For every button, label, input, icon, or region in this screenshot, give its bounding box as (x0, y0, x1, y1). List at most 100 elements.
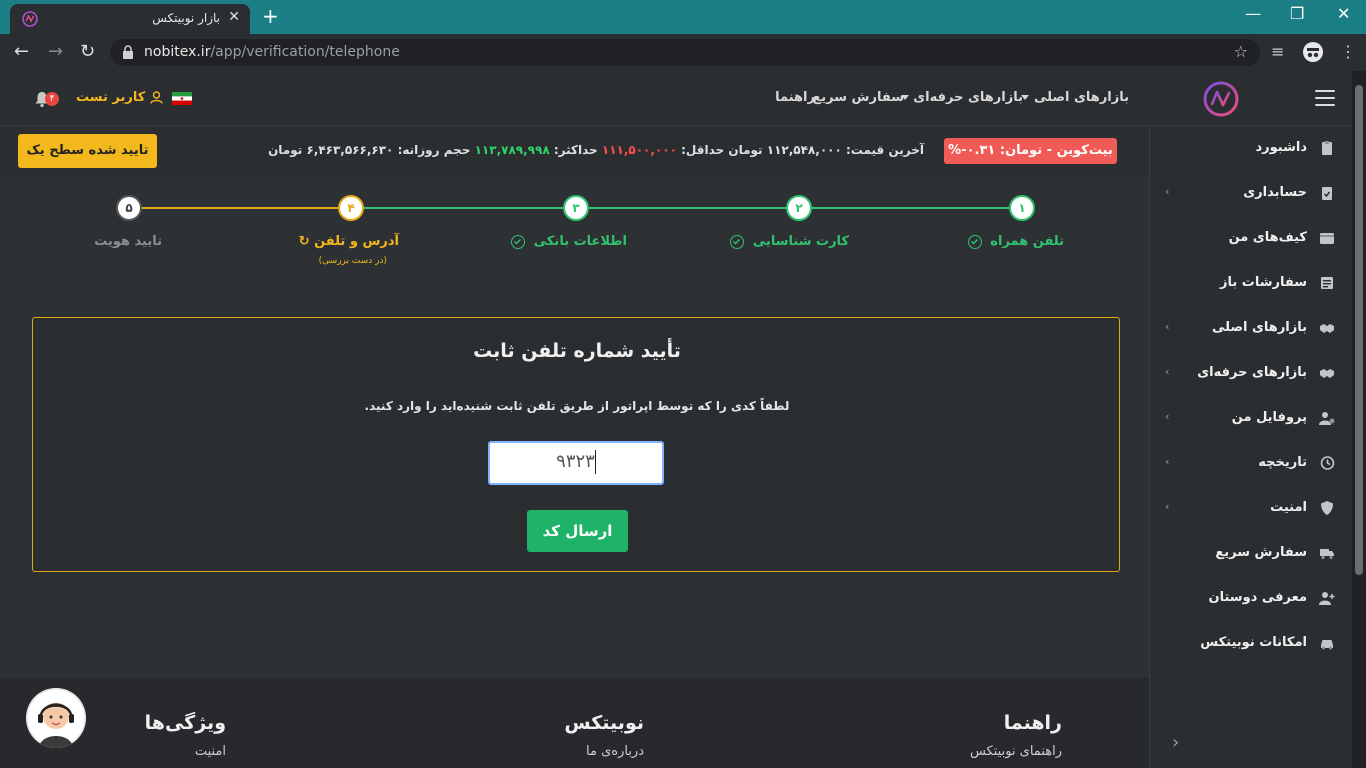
sidebar-item-history[interactable]: تاریخچه ‹ (1150, 441, 1353, 486)
step-1-label[interactable]: تلفن همراه (967, 234, 1064, 249)
telephone-verification-card: تأیید شماره تلفن ثابت لطفاً کدی را که تو… (32, 317, 1120, 572)
sidebar-item-referral[interactable]: معرفی دوستان (1150, 576, 1353, 621)
btc-change-badge[interactable]: بیت‌کوین - تومان: ۰.۳۱-% (944, 138, 1117, 164)
submit-code-button[interactable]: ارسال کد (527, 510, 628, 552)
step-2-label[interactable]: کارت شناسایی (730, 234, 849, 249)
verified-level-button[interactable]: تایید شده سطح یک (18, 134, 157, 168)
chevron-left-icon: ‹ (1165, 320, 1170, 333)
footer-security-link[interactable]: امنیت (195, 744, 226, 759)
step-1-circle: ۱ (1009, 195, 1035, 221)
step-connector (352, 207, 1022, 209)
nobitex-favicon-icon (22, 11, 38, 27)
text-cursor (594, 450, 596, 474)
footer-about-link[interactable]: درباره‌ی ما (586, 744, 644, 759)
card-description: لطفاً کدی را که توسط اپراتور از طریق تلف… (364, 399, 790, 413)
sidebar-item-quick-order[interactable]: سفارش سریع (1150, 531, 1353, 576)
user-gear-icon (1319, 412, 1335, 425)
bookmark-star-icon[interactable]: ☆ (1234, 42, 1248, 61)
step-4-label[interactable]: آدرس و تلفن ↻ (299, 234, 399, 249)
sidebar-item-pro-markets[interactable]: بازارهای حرفه‌ای ‹ (1150, 351, 1353, 396)
minimize-icon[interactable]: — (1245, 4, 1261, 23)
sidebar-collapse-icon[interactable]: › (1172, 732, 1179, 753)
chevron-left-icon: ‹ (1165, 365, 1170, 378)
footer-nobitex-title: نوبیتکس (564, 712, 644, 734)
menu-kebab-icon[interactable]: ⋮ (1340, 42, 1356, 61)
footer-features-title: ویژگی‌ها (144, 712, 226, 734)
list-icon (1321, 277, 1333, 289)
nobitex-logo-icon[interactable] (1202, 80, 1240, 118)
chevron-left-icon: ‹ (1165, 455, 1170, 468)
sidebar: داشبورد حسابداری ‹ کیف‌های من سفارشات با… (1149, 126, 1352, 768)
sidebar-item-dashboard[interactable]: داشبورد (1150, 126, 1353, 171)
sidebar-item-features[interactable]: امکانات نوبیتکس (1150, 621, 1353, 666)
chevron-left-icon: ‹ (1165, 185, 1170, 198)
card-title: تأیید شماره تلفن ثابت (473, 340, 681, 362)
step-3-circle: ۳ (563, 195, 589, 221)
browser-tab-bar: بازار نوبیتکس ✕ + — ❐ ✕ (0, 0, 1366, 34)
new-tab-icon[interactable]: + (262, 6, 279, 26)
user-icon (150, 91, 163, 104)
refresh-icon: ↻ (298, 234, 310, 249)
site-footer: راهنما راهنمای نوبیتکس نوبیتکس درباره‌ی … (0, 678, 1149, 768)
nav-quick-order[interactable]: سفارش سریع (812, 90, 904, 105)
verification-code-input[interactable]: ۹۳۲۳ (488, 441, 664, 485)
history-icon (1320, 456, 1335, 470)
forward-icon[interactable]: → (48, 42, 63, 62)
reload-icon[interactable]: ↻ (80, 42, 95, 62)
tab-title: بازار نوبیتکس (152, 11, 220, 25)
iran-flag-icon[interactable] (172, 92, 192, 105)
nav-main-markets[interactable]: بازارهای اصلی (1017, 90, 1129, 105)
nav-pro-markets[interactable]: بازارهای حرفه‌ای (897, 90, 1023, 105)
sidebar-item-open-orders[interactable]: سفارشات باز (1150, 261, 1353, 306)
verification-stepper: ۱ تلفن همراه ۲ کارت شناسایی ۳ اطلاعات با… (0, 176, 1149, 276)
support-agent-avatar[interactable] (26, 688, 86, 748)
user-menu[interactable]: کاربر تست (76, 90, 163, 105)
check-circle-icon (511, 234, 526, 249)
step-4-status: (در دست بررسی) (318, 256, 387, 266)
main-content: ۱ تلفن همراه ۲ کارت شناسایی ۳ اطلاعات با… (0, 176, 1149, 678)
market-ticker: تایید شده سطح یک آخرین قیمت: ۱۱۲,۵۴۸,۰۰۰… (0, 126, 1149, 176)
reading-list-icon[interactable]: ≡ (1271, 42, 1284, 61)
wallet-icon (1320, 233, 1334, 244)
nav-guide[interactable]: راهنما (775, 90, 815, 105)
scrollbar-thumb[interactable] (1355, 85, 1363, 575)
shield-icon (1321, 501, 1333, 515)
incognito-icon[interactable] (1302, 41, 1324, 63)
step-4-circle: ۴ (338, 195, 364, 221)
check-circle-icon (730, 234, 745, 249)
url-text: nobitex.ir/app/verification/telephone (144, 44, 400, 60)
clipboard-check-icon (1322, 187, 1332, 200)
site-header: بازارهای اصلی بازارهای حرفه‌ای سفارش سری… (0, 71, 1352, 126)
sidebar-item-accounting[interactable]: حسابداری ‹ (1150, 171, 1353, 216)
step-5-circle: ۵ (116, 195, 142, 221)
step-3-label[interactable]: اطلاعات بانکی (511, 234, 627, 249)
handshake-icon (1320, 369, 1334, 378)
tab-close-icon[interactable]: ✕ (228, 9, 240, 25)
browser-tab[interactable]: بازار نوبیتکس ✕ (10, 4, 250, 34)
check-circle-icon (967, 234, 982, 249)
page-scrollbar[interactable] (1352, 71, 1366, 768)
back-icon[interactable]: ← (14, 42, 29, 62)
daily-volume: ۶,۴۶۳,۵۶۶,۶۳۰ تومان (268, 143, 394, 157)
chevron-left-icon: ‹ (1165, 410, 1170, 423)
user-name: کاربر تست (76, 90, 146, 105)
sidebar-item-main-markets[interactable]: بازارهای اصلی ‹ (1150, 306, 1353, 351)
sidebar-item-security[interactable]: امنیت ‹ (1150, 486, 1353, 531)
sidebar-item-wallets[interactable]: کیف‌های من (1150, 216, 1353, 261)
support-agent-icon (26, 688, 86, 748)
step-2-circle: ۲ (786, 195, 812, 221)
restore-icon[interactable]: ❐ (1290, 4, 1304, 23)
footer-guide-title: راهنما (1003, 712, 1062, 734)
browser-toolbar: ← → ↻ nobitex.ir/app/verification/teleph… (0, 34, 1366, 71)
footer-guide-link[interactable]: راهنمای نوبیتکس (970, 744, 1062, 759)
sidebar-item-profile[interactable]: پروفایل من ‹ (1150, 396, 1353, 441)
max-price: ۱۱۳,۷۸۹,۹۹۸ (474, 143, 550, 157)
chevron-left-icon: ‹ (1165, 500, 1170, 513)
ticker-stats: آخرین قیمت: ۱۱۲,۵۴۸,۰۰۰ تومان حداقل: ۱۱۱… (268, 143, 924, 157)
close-window-icon[interactable]: ✕ (1337, 4, 1350, 23)
hamburger-menu-icon[interactable] (1315, 90, 1335, 106)
clipboard-icon (1322, 141, 1332, 155)
lock-icon (123, 45, 133, 59)
step-5-label[interactable]: تایید هویت (94, 234, 162, 249)
address-bar[interactable]: nobitex.ir/app/verification/telephone ☆ (110, 39, 1260, 66)
